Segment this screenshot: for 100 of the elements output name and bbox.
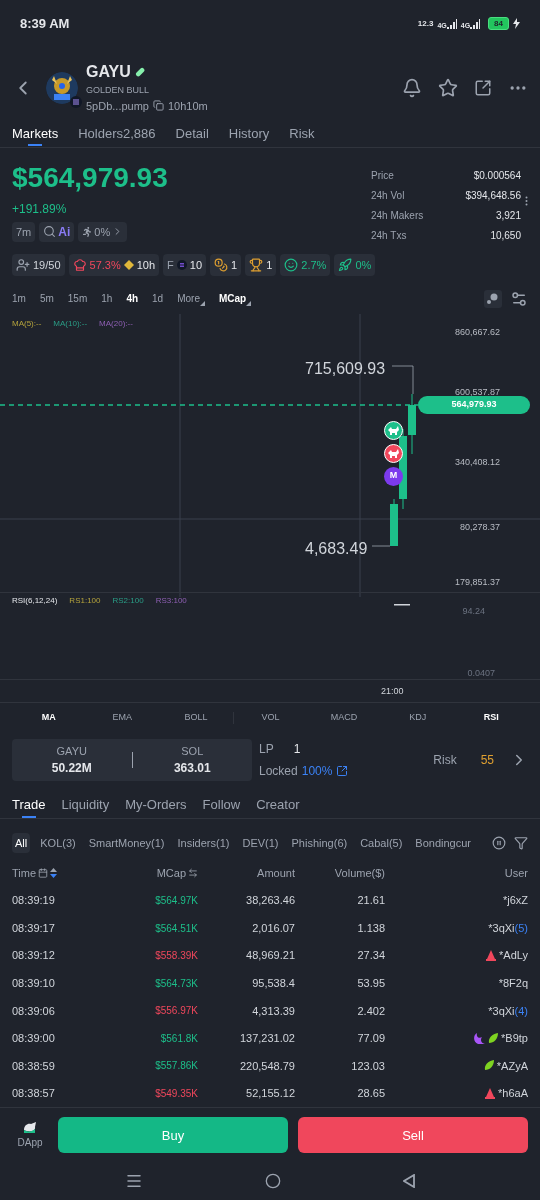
chart-settings-icon[interactable] — [510, 289, 528, 308]
mcap-cell-text: $564.97K — [154, 893, 198, 908]
filter-icon[interactable] — [514, 836, 528, 851]
filter-chip[interactable]: All — [12, 833, 31, 854]
stat-label: 24h Makers — [371, 208, 425, 223]
column-header[interactable]: MCap — [156, 864, 186, 882]
runner-chip[interactable]: 0% — [78, 221, 128, 242]
mcap-cell-text: $557.86K — [154, 1059, 198, 1074]
timeframe-tab[interactable]: 1m — [12, 291, 26, 307]
time-axis-label: 21:00 — [381, 685, 404, 699]
indicator-tab[interactable]: EMA — [85, 710, 160, 725]
swap-icon[interactable] — [188, 867, 198, 878]
info-badge[interactable]: 2.7% — [280, 254, 331, 276]
bull-marker-icon[interactable] — [384, 420, 403, 440]
info-badge[interactable]: 19/50 — [12, 254, 65, 276]
badge-text: 19/50 — [33, 257, 61, 273]
timeframe-tab[interactable]: 1h — [101, 291, 113, 307]
timeframe-tab[interactable]: 15m — [67, 291, 88, 307]
filter-chip[interactable]: Phishing(6) — [288, 833, 351, 854]
mcap-cell-text: $558.39K — [154, 949, 198, 964]
user-cell[interactable]: *j6xZ — [502, 892, 528, 909]
filter-chip[interactable]: KOL(3) — [37, 833, 79, 854]
user-cell[interactable]: *8F2q — [498, 974, 528, 992]
dapp-label[interactable]: DApp — [17, 1134, 43, 1150]
back-icon[interactable] — [403, 1174, 415, 1189]
axis-label: 179,851.37 — [454, 575, 500, 589]
ai-search-button[interactable]: Ai — [39, 221, 75, 242]
star-icon[interactable] — [438, 77, 458, 98]
timeframe-tab[interactable]: 4h — [126, 291, 139, 307]
indicator-tab[interactable]: VOL — [233, 710, 308, 725]
user-cell[interactable]: *B9tp — [501, 1030, 528, 1047]
timeframe-tab[interactable]: MCap — [219, 291, 252, 307]
column-header[interactable]: Time — [12, 864, 37, 882]
stat-label: 24h Txs — [371, 228, 408, 243]
age-chip[interactable]: 7m — [12, 221, 36, 242]
tab[interactable]: History — [228, 116, 270, 147]
price-change: +191.89% — [12, 200, 68, 218]
tab[interactable]: Creator — [256, 787, 300, 819]
pause-icon[interactable] — [492, 836, 506, 851]
external-link-icon[interactable] — [336, 764, 349, 777]
charging-icon — [513, 18, 520, 30]
tab[interactable]: Trade — [12, 787, 46, 819]
ma-legend: MA(5):-- — [12, 317, 42, 330]
info-badge[interactable]: 1 — [210, 254, 242, 276]
indicator-tab[interactable]: BOLL — [159, 710, 233, 725]
filter-chip[interactable]: DEV(1) — [239, 833, 282, 854]
user-cell[interactable]: *3qXi — [488, 919, 515, 937]
share-icon[interactable] — [474, 78, 492, 97]
tab[interactable]: Liquidity — [61, 787, 110, 819]
crescent-icon — [473, 1032, 486, 1044]
badge-text: 1 — [266, 257, 273, 273]
badge-text: 1 — [231, 257, 238, 273]
filter-chip[interactable]: Insiders(1) — [174, 833, 233, 854]
indicator-tab[interactable]: RSI — [454, 710, 529, 725]
copy-icon[interactable] — [153, 100, 164, 112]
tab[interactable]: Holders2,886 — [78, 116, 156, 147]
info-badge[interactable]: 1 — [245, 254, 277, 276]
filter-chip[interactable]: Bondingcur — [412, 833, 474, 854]
signal-icon — [446, 18, 457, 29]
marker-badge[interactable]: M — [384, 466, 403, 486]
tab[interactable]: Detail — [175, 116, 209, 147]
volume-cell-text: 123.03 — [350, 1058, 385, 1074]
info-badge[interactable]: 0% — [334, 254, 376, 276]
rsi-legend: RS2:100 — [112, 595, 144, 608]
column-header: User — [503, 865, 528, 881]
user-cell[interactable]: *h6aA — [498, 1085, 528, 1102]
tab[interactable]: Follow — [202, 787, 241, 819]
amount-cell-text: 220,548.79 — [238, 1058, 295, 1074]
sell-button[interactable]: Sell — [298, 1117, 528, 1154]
info-badge[interactable]: 57.3% 10h — [68, 254, 160, 276]
calendar-icon[interactable] — [38, 867, 49, 878]
filter-chip[interactable]: SmartMoney(1) — [85, 833, 168, 854]
dapp-icon[interactable] — [22, 1120, 38, 1135]
tab[interactable]: Markets — [12, 116, 59, 147]
locked-value: 100% — [301, 762, 333, 780]
axis-label: 0.0407 — [467, 667, 495, 681]
vertical-dots-icon[interactable] — [525, 195, 528, 206]
sort-icon[interactable] — [50, 867, 58, 878]
tab[interactable]: Risk — [289, 116, 315, 147]
timeframe-tab[interactable]: 5m — [39, 291, 54, 307]
indicator-tab[interactable]: MACD — [307, 710, 381, 725]
tab[interactable]: My-Orders — [125, 787, 187, 819]
indicator-tab[interactable]: KDJ — [380, 710, 455, 725]
timeframe-tab[interactable]: More — [177, 291, 205, 307]
indicator-tab[interactable]: MA — [12, 710, 86, 725]
bell-icon[interactable] — [402, 77, 422, 98]
user-cell[interactable]: *AZyA — [496, 1057, 528, 1075]
token-age: 10h10m — [168, 98, 208, 114]
timeframe-tab[interactable]: 1d — [152, 291, 164, 307]
status-time: 8:39 AM — [20, 14, 70, 33]
info-badge[interactable]: F 10 — [163, 254, 207, 276]
column-header: Volume($) — [333, 865, 385, 881]
filter-chip[interactable]: Cabal(5) — [357, 833, 406, 854]
pill-icon — [134, 66, 145, 77]
user-cell[interactable]: *3qXi — [488, 1002, 515, 1020]
mcap-cell-text: $564.51K — [154, 921, 198, 936]
drawing-tools-icon[interactable] — [484, 289, 502, 308]
volume-cell-text: 28.65 — [356, 1086, 385, 1102]
home-icon[interactable] — [265, 1173, 281, 1190]
user-cell[interactable]: *AdLy — [499, 947, 528, 964]
